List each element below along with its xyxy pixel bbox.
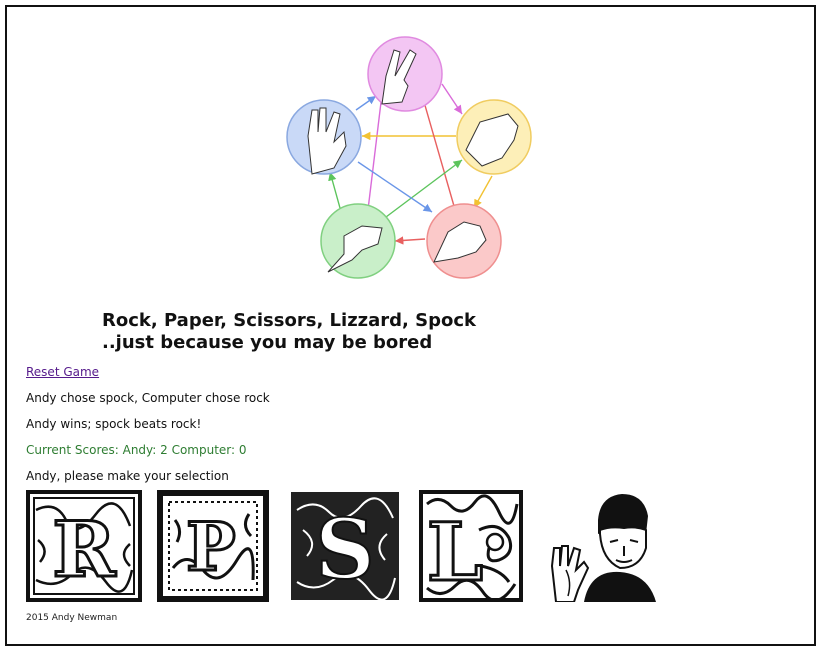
scissors-node (367, 36, 443, 112)
lizard-node (320, 203, 396, 279)
subtitle-line: ..just because you may be bored (102, 332, 433, 353)
spock-choice-button[interactable] (544, 490, 656, 602)
current-scores-text: Current Scores: Andy: 2 Computer: 0 (26, 443, 247, 457)
paper-letter: P (186, 508, 236, 586)
title-line: Rock, Paper, Scissors, Lizzard, Spock (102, 310, 477, 331)
rock-node (426, 203, 502, 279)
rock-letter: R (52, 505, 116, 594)
choice-status-text: Andy chose spock, Computer chose rock (26, 391, 270, 405)
rpsls-diagram (286, 36, 532, 279)
lizard-choice-button[interactable]: L (419, 490, 523, 602)
scissors-letter: S (315, 502, 374, 598)
result-status-text: Andy wins; spock beats rock! (26, 417, 202, 431)
footer-copyright: 2015 Andy Newman (26, 613, 118, 623)
spock-node (286, 99, 362, 175)
paper-choice-button[interactable]: P (157, 490, 269, 602)
paper-node (456, 99, 532, 175)
page-title: Rock, Paper, Scissors, Lizzard, Spock ..… (102, 310, 476, 354)
selection-prompt-text: Andy, please make your selection (26, 469, 229, 483)
scissors-choice-button[interactable]: S (289, 490, 401, 602)
reset-game-link[interactable]: Reset Game (26, 365, 99, 379)
rock-choice-button[interactable]: R (26, 490, 142, 602)
lizard-letter: L (427, 505, 483, 599)
